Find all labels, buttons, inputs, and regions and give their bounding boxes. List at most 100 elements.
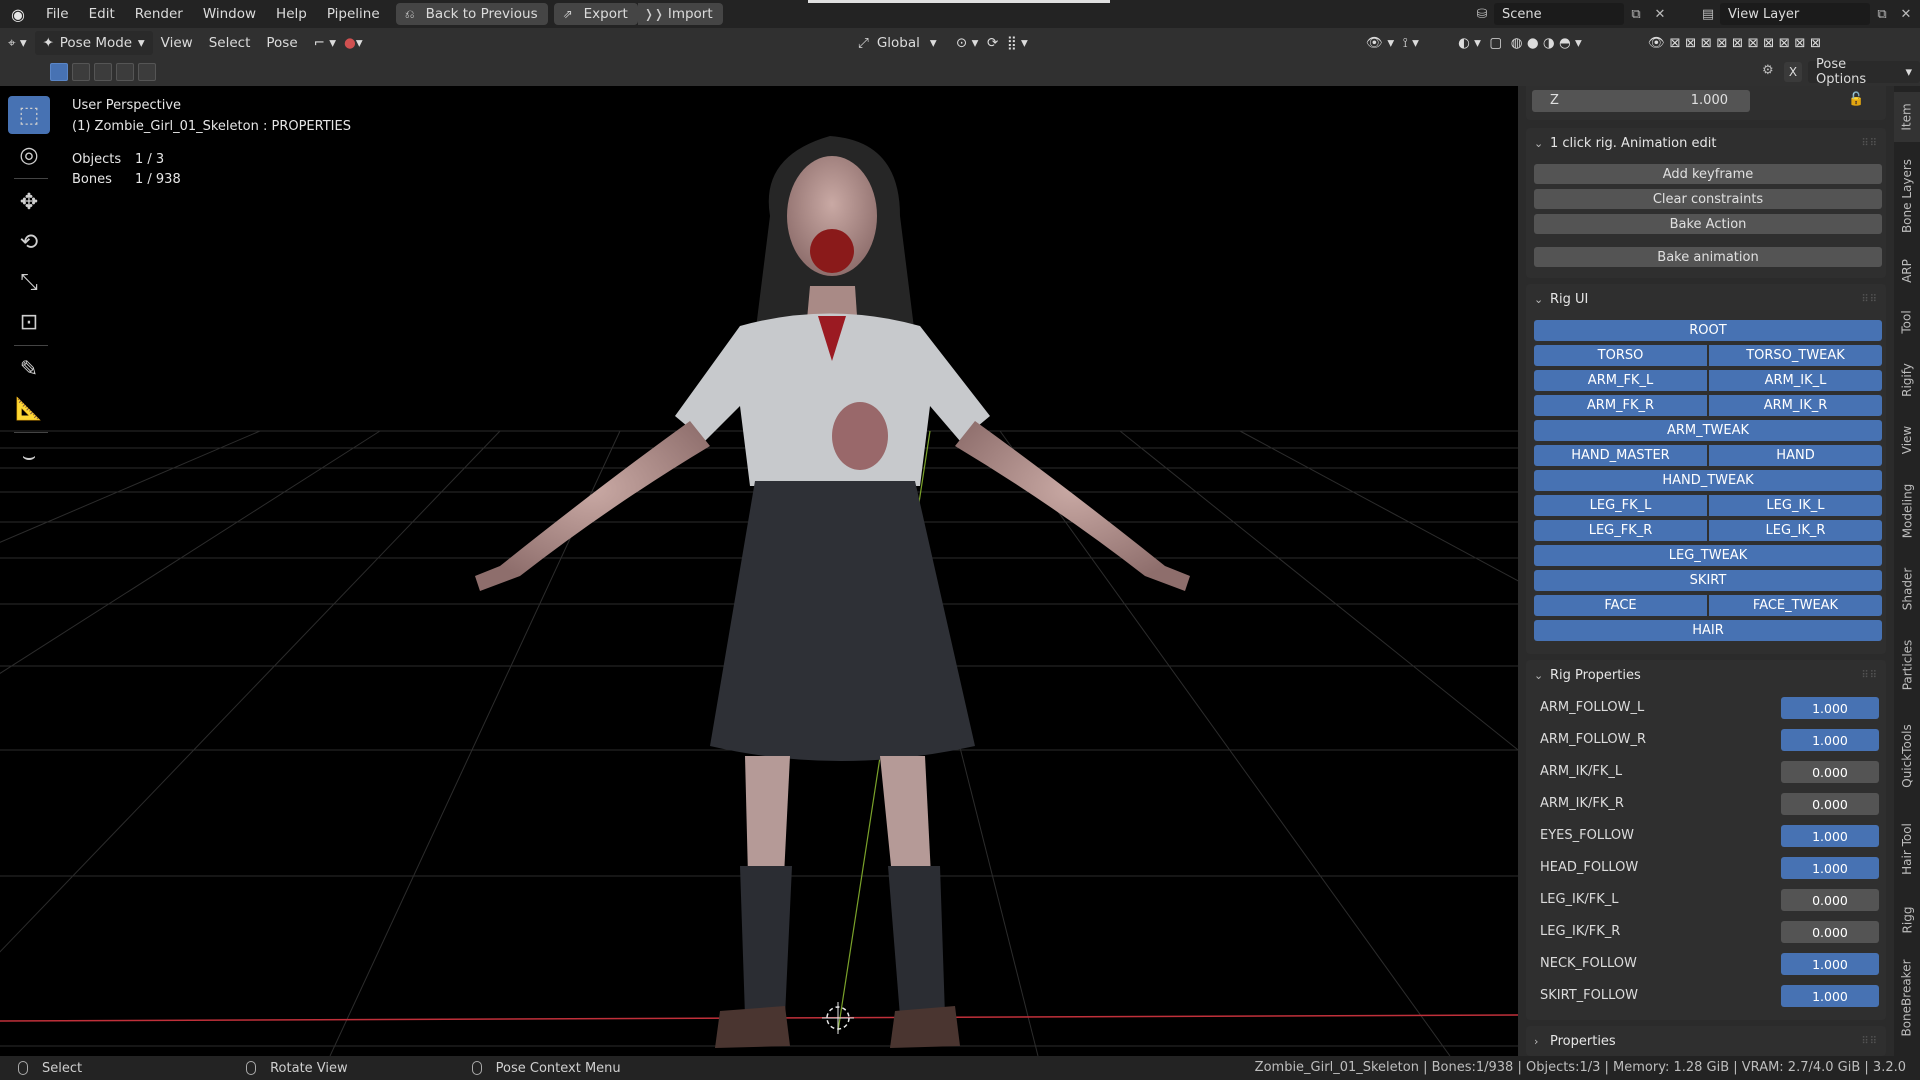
properties-header[interactable]: › Properties [1526,1026,1886,1056]
arm-ik-l-button[interactable]: ARM_IK_L [1709,370,1882,391]
menu-edit[interactable]: Edit [79,0,125,28]
menu-file[interactable]: File [36,0,79,28]
delete-scene-icon[interactable]: ✕ [1648,3,1672,25]
drag-handle-icon[interactable]: ⠿⠿ [1861,138,1878,149]
tab-tool[interactable]: Tool [1894,296,1920,348]
menu-window[interactable]: Window [193,0,266,28]
bone-tool-icon[interactable]: ⌣ [8,437,50,475]
editor-type-dropdown[interactable]: ⌖ ▾ [0,31,35,55]
rig-properties-header[interactable]: ⌄ Rig Properties [1526,660,1886,690]
delete-view-layer-icon[interactable]: ✕ [1894,3,1918,25]
drag-handle-icon[interactable]: ⠿⠿ [1861,294,1878,305]
blender-logo-icon[interactable]: ◉ [0,0,36,28]
arm-fk-l-button[interactable]: ARM_FK_L [1534,370,1707,391]
prop-value-slider[interactable]: 0.000 [1781,889,1879,911]
select-extend-icon[interactable] [72,63,90,81]
transform-icon[interactable]: ⊡ [8,303,50,341]
prop-value-slider[interactable]: 1.000 [1781,729,1879,751]
select-box-icon[interactable]: ⬚ [8,96,50,134]
hair-button[interactable]: HAIR [1534,620,1882,641]
torso-tweak-button[interactable]: TORSO_TWEAK [1709,345,1882,366]
annotate-icon[interactable]: ✎ [8,350,50,388]
rotate-icon[interactable]: ⟲ [8,223,50,261]
hand-tweak-button[interactable]: HAND_TWEAK [1534,470,1882,491]
lock-icon[interactable]: 🔓 [1848,92,1864,107]
bake-action-button[interactable]: Bake Action [1534,214,1882,234]
hand-button[interactable]: HAND [1709,445,1882,466]
character-model[interactable] [475,136,1190,1048]
tab-arp[interactable]: ARP [1894,246,1920,296]
rig-ui-header[interactable]: ⌄ Rig UI [1526,284,1886,314]
prop-value-slider[interactable]: 0.000 [1781,793,1879,815]
skirt-button[interactable]: SKIRT [1534,570,1882,591]
select-new-icon[interactable] [50,63,68,81]
snap-options-icon[interactable]: ⚙ [1762,63,1774,78]
select-intersect-icon[interactable] [138,63,156,81]
tab-particles[interactable]: Particles [1894,624,1920,706]
prop-value-slider[interactable]: 0.000 [1781,761,1879,783]
shading-icons[interactable]: ◐ ▾ ▢ ◍ ● ◑ ◓ ▾ [1450,31,1590,55]
tab-rigify[interactable]: Rigify [1894,348,1920,412]
leg-ik-r-button[interactable]: LEG_IK_R [1709,520,1882,541]
face-tweak-button[interactable]: FACE_TWEAK [1709,595,1882,616]
mode-dropdown[interactable]: ✦ Pose Mode ▾ [34,31,153,55]
add-keyframe-button[interactable]: Add keyframe [1534,164,1882,184]
tab-shader[interactable]: Shader [1894,554,1920,624]
tab-modeling[interactable]: Modeling [1894,468,1920,554]
hand-master-button[interactable]: HAND_MASTER [1534,445,1707,466]
arm-ik-r-button[interactable]: ARM_IK_R [1709,395,1882,416]
face-button[interactable]: FACE [1534,595,1707,616]
import-button[interactable]: ❭❭ Import [637,3,723,25]
3d-viewport[interactable]: User Perspective (1) Zombie_Girl_01_Skel… [0,86,1518,1056]
tab-bonebreaker[interactable]: BoneBreaker [1894,948,1920,1048]
drag-handle-icon[interactable]: ⠿⠿ [1861,1036,1878,1047]
menu-render[interactable]: Render [125,0,193,28]
move-icon[interactable]: ✥ [8,183,50,221]
scene-name-field[interactable]: Scene [1494,3,1624,25]
pose-menu[interactable]: Pose [258,31,305,55]
animation-edit-header[interactable]: ⌄ 1 click rig. Animation edit [1526,128,1886,158]
cursor-icon[interactable]: ◎ [8,136,50,174]
pose-options-dropdown[interactable]: Pose Options ▾ [1808,57,1920,87]
tab-hair-tool[interactable]: Hair Tool [1894,806,1920,892]
prop-value-slider[interactable]: 1.000 [1781,953,1879,975]
arm-fk-r-button[interactable]: ARM_FK_R [1534,395,1707,416]
tab-rigg[interactable]: Rigg [1894,892,1920,948]
leg-tweak-button[interactable]: LEG_TWEAK [1534,545,1882,566]
select-menu[interactable]: Select [201,31,259,55]
menu-pipeline[interactable]: Pipeline [317,0,390,28]
z-location-field[interactable]: Z 1.000 [1532,90,1750,112]
view-layer-icon[interactable]: ▤ [1696,3,1720,25]
tab-view[interactable]: View [1894,412,1920,468]
tab-bone-layers[interactable]: Bone Layers [1894,146,1920,246]
clear-constraints-button[interactable]: Clear constraints [1534,189,1882,209]
menu-help[interactable]: Help [266,0,317,28]
select-subtract-icon[interactable] [94,63,112,81]
prop-value-slider[interactable]: 1.000 [1781,825,1879,847]
pivot-snap-icons[interactable]: ⊙ ▾ ⟳ ⣿ ▾ [948,31,1036,55]
3d-cursor-icon[interactable] [822,1002,854,1034]
overlay-gizmo-icons[interactable]: 👁 ▾ ⟟ ▾ [1358,31,1427,55]
measure-icon[interactable]: 📐 [8,390,50,428]
workspace-tab-indicator[interactable] [808,0,1110,3]
select-invert-icon[interactable] [116,63,134,81]
view-layer-name-field[interactable]: View Layer [1720,3,1870,25]
prop-value-slider[interactable]: 1.000 [1781,857,1879,879]
visibility-toggle-icons[interactable]: 👁 ⊠ ⊠ ⊠ ⊠ ⊠ ⊠ ⊠ ⊠ ⊠ ⊠ [1640,31,1829,55]
view-menu[interactable]: View [153,31,201,55]
arm-tweak-button[interactable]: ARM_TWEAK [1534,420,1882,441]
tab-item[interactable]: Item [1894,92,1920,142]
prop-value-slider[interactable]: 1.000 [1781,697,1879,719]
scale-icon[interactable]: ⤡ [8,263,50,301]
new-view-layer-icon[interactable]: ⧉ [1870,3,1894,25]
drag-handle-icon[interactable]: ⠿⠿ [1861,670,1878,681]
back-to-previous-button[interactable]: ⎌ Back to Previous [395,3,548,25]
root-button[interactable]: ROOT [1534,320,1882,341]
torso-button[interactable]: TORSO [1534,345,1707,366]
new-scene-icon[interactable]: ⧉ [1624,3,1648,25]
export-button[interactable]: ⇗ Export [553,3,638,25]
pose-tools-icons[interactable]: ⌐ ▾ ● ▾ [306,31,371,55]
leg-fk-r-button[interactable]: LEG_FK_R [1534,520,1707,541]
leg-fk-l-button[interactable]: LEG_FK_L [1534,495,1707,516]
prop-value-slider[interactable]: 0.000 [1781,921,1879,943]
